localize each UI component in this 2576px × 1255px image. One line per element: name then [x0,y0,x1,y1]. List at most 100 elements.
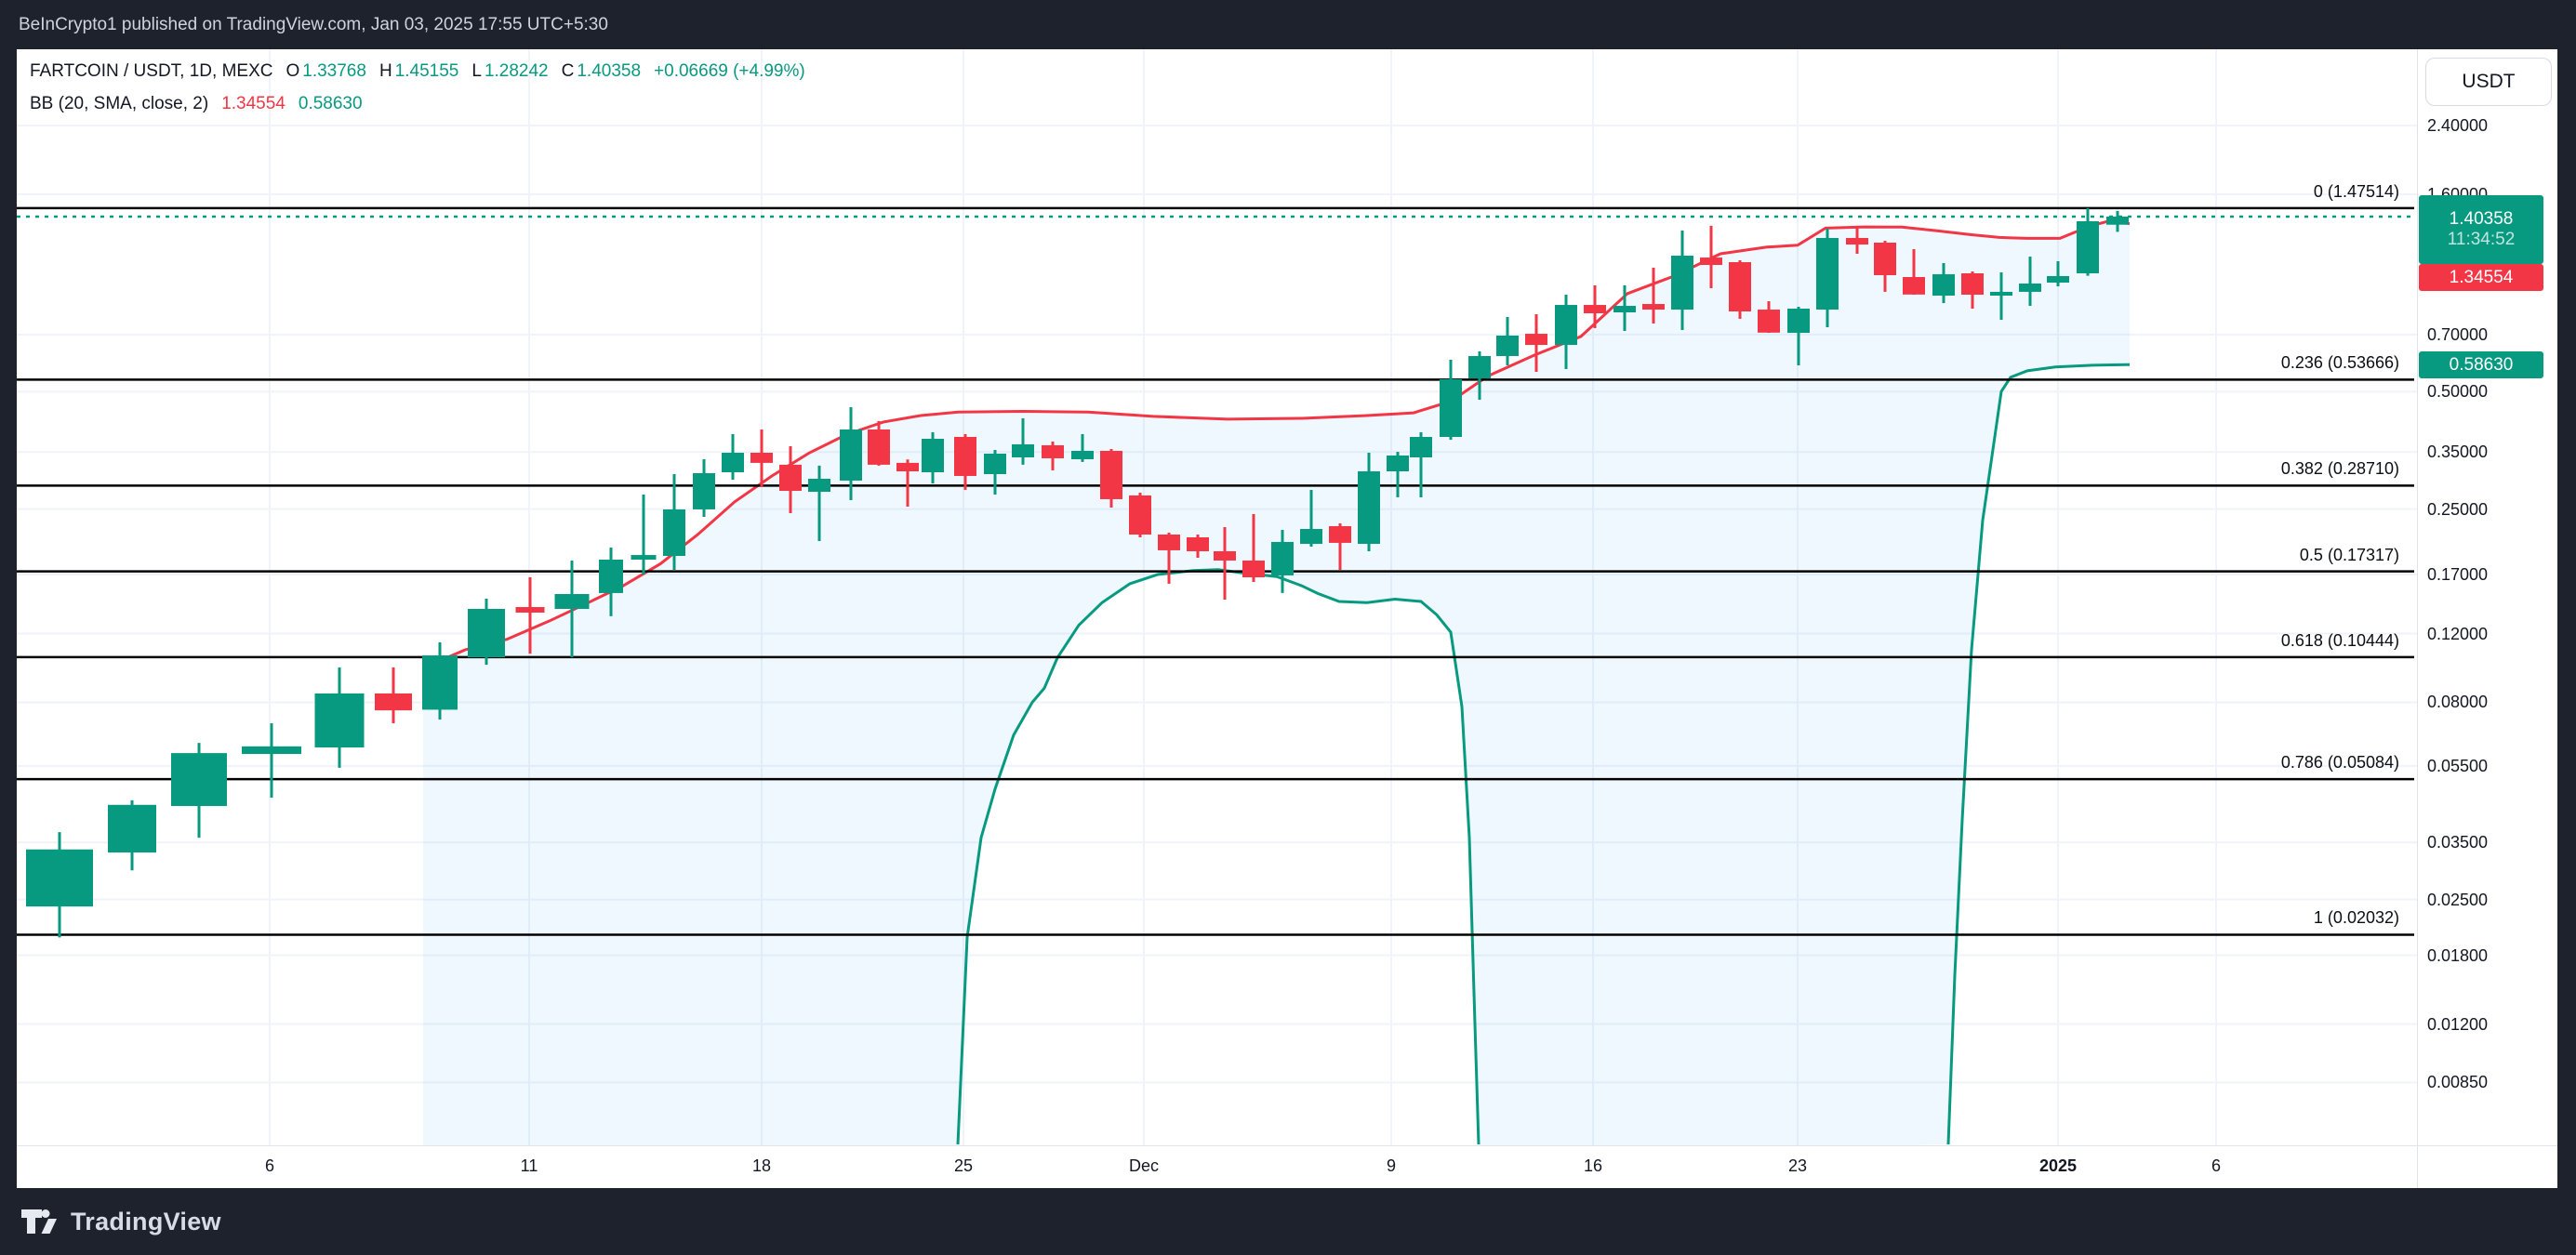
price-scale-separator [2417,49,2418,1188]
candle-body [840,429,862,481]
symbol-title: FARTCOIN / USDT, 1D, MEXC [30,61,273,81]
candle-body [2077,220,2099,274]
candle-body [314,693,365,748]
candle-body [896,462,919,472]
candle-body [750,453,773,463]
candle-body [1410,436,1432,457]
fib-level-label: 0.618 (0.10444) [2280,630,2399,650]
time-tick-label: 2025 [2038,1156,2078,1175]
candle-body [1758,310,1780,333]
currency-label: USDT [2462,71,2516,92]
candle-body [1496,335,1519,356]
candle-body [722,453,744,473]
time-tick-label: 9 [1386,1156,1397,1175]
candle-body [1271,541,1294,575]
time-tick-label: 11 [520,1156,538,1175]
chart-pane[interactable] [0,0,2576,1255]
candle-body [1700,258,1722,265]
candle [2077,207,2099,276]
candle-body [242,746,301,755]
price-badge: 1.40358 11:34:52 [2419,195,2543,264]
tradingview-logo-icon[interactable] [20,1208,58,1235]
candle-body [1440,378,1462,437]
page: { "top_bar": {"text": "BeInCrypto1 publi… [0,0,2576,1255]
time-tick-label: Dec [1128,1156,1160,1175]
ohlc-high: H 1.45155 [378,61,459,81]
candle-body [108,804,156,853]
currency-toggle-button[interactable]: USDT [2425,58,2552,106]
candle [1440,359,1462,441]
price-tick-label: 0.01200 [2427,1014,2489,1034]
candle-body [554,594,590,609]
price-tick-label: 0.01800 [2427,945,2489,965]
fib-level-label: 0.5 (0.17317) [2299,545,2399,564]
price-badge: 0.58630 [2419,351,2543,378]
price-tick-label: 0.35000 [2427,443,2489,462]
indicator-legend[interactable]: BB (20, SMA, close, 2) 1.34554 0.58630 [30,94,363,114]
candle-body [2047,275,2069,283]
price-tick-label: 0.70000 [2427,324,2489,344]
price-badge: 1.34554 [2419,264,2543,291]
candle [314,667,365,768]
candle-body [1358,471,1380,545]
candle-body [954,436,976,476]
candle-body [1846,237,1868,245]
fib-level-label: 0.786 (0.05084) [2280,753,2399,773]
candle-body [1187,536,1209,551]
price-tick-label: 0.25000 [2427,499,2489,519]
candle [1129,492,1151,537]
pane-group [17,49,2417,1145]
ohlc-open: O 1.33768 [285,61,366,81]
candle-body [1642,304,1665,310]
change-value: +0.06669 (+4.99%) [654,61,805,81]
symbol-legend[interactable]: FARTCOIN / USDT, 1D, MEXC O 1.33768 H 1.45… [30,61,805,82]
candle [1729,260,1751,319]
candle-body [1961,273,1984,295]
candle-body [1012,443,1034,457]
candle-body [1468,355,1491,379]
candle-body [1555,305,1577,346]
time-tick-label: 6 [264,1156,275,1175]
candle [468,599,505,665]
candle-body [1932,274,1955,297]
price-tick-label: 0.02500 [2427,890,2489,909]
candle [375,667,412,724]
candle-body [422,655,458,710]
fib-level-label: 0.382 (0.28710) [2280,459,2399,479]
candle [631,495,657,575]
candle-body [1816,237,1839,310]
candle-body [1990,291,2012,297]
candle-body [1329,525,1351,543]
time-tick-label: 23 [1787,1156,1808,1175]
time-tick-label: 6 [2211,1156,2222,1175]
candle [1496,316,1519,366]
time-axis-separator [17,1145,2557,1146]
candle [693,458,715,518]
candle-body [1729,262,1751,312]
fib-level-label: 1 (0.02032) [2313,908,2399,928]
fib-level-label: 0.236 (0.53666) [2280,353,2399,373]
candle-body [1129,495,1151,535]
candle-body [693,473,715,509]
badge-price: 1.34554 [2449,267,2514,287]
candle [108,799,156,871]
ohlc-close: C 1.40358 [561,61,642,81]
candle [171,743,227,839]
candle-body [1214,550,1236,561]
price-tick-label: 0.17000 [2427,565,2489,584]
time-tick-label: 16 [1583,1156,1603,1175]
candle-body [1903,277,1925,295]
candle-body [2106,216,2129,225]
fib-level-label: 0 (1.47514) [2313,181,2399,201]
price-tick-label: 0.50000 [2427,382,2489,402]
candle-body [1242,560,1265,578]
candle-body [1874,243,1896,275]
bb-upper-value: 1.34554 [221,94,285,113]
candle-body [1525,334,1547,346]
candle-body [2019,283,2041,292]
candle-body [663,509,685,557]
candle-body [515,607,545,613]
badge-price: 1.40358 [2449,209,2514,229]
badge-countdown: 11:34:52 [2447,230,2516,249]
candle-body [171,753,227,807]
